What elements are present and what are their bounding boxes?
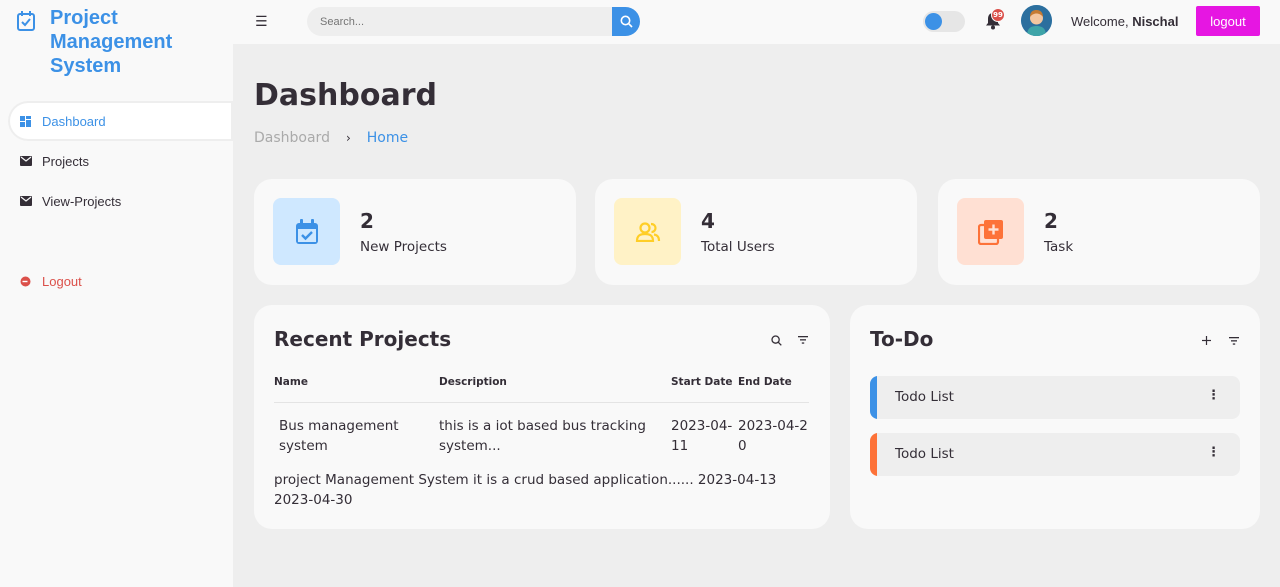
sidebar-item-logout[interactable]: Logout <box>0 261 233 301</box>
brand[interactable]: Project Management System <box>17 6 210 78</box>
column-header-description: Description <box>439 376 507 388</box>
sidebar-item-label: Projects <box>42 153 89 169</box>
search-button[interactable] <box>612 7 640 36</box>
filter-icon[interactable] <box>798 336 808 344</box>
search-icon <box>620 15 633 28</box>
logout-button[interactable]: logout <box>1196 6 1260 36</box>
add-to-queue-icon <box>977 219 1003 245</box>
stat-card-new-projects: 2 New Projects <box>254 179 576 285</box>
sidebar-item-projects[interactable]: Projects <box>0 141 233 181</box>
todo-status-bar <box>870 376 877 419</box>
stat-card-task: 2 Task <box>938 179 1260 285</box>
todo-title: To-Do <box>870 327 934 351</box>
logout-icon <box>19 275 32 288</box>
avatar[interactable] <box>1021 5 1052 36</box>
switch-knob <box>925 13 942 30</box>
stat-label: Task <box>1044 239 1074 255</box>
envelope-icon <box>19 155 32 168</box>
column-header-start-date: Start Date <box>671 376 733 388</box>
project-end-date: 2023-04-20 <box>738 418 808 454</box>
more-vertical-icon[interactable]: ⋮ <box>1207 445 1220 460</box>
stat-icon-box <box>273 198 340 265</box>
stat-value: 2 <box>1044 209 1058 233</box>
stat-label: New Projects <box>360 239 447 255</box>
project-start-date: 2023-04-11 <box>671 418 733 454</box>
breadcrumb: Dashboard › Home <box>254 130 408 146</box>
welcome-text: Welcome, Nischal <box>1071 14 1178 29</box>
topbar: ☰ 99 Welcome, Nischal logout <box>233 0 1280 44</box>
dashboard-icon <box>19 115 32 128</box>
main-content: Dashboard Dashboard › Home 2 New Project… <box>233 44 1280 587</box>
column-header-name: Name <box>274 376 308 388</box>
recent-projects-title: Recent Projects <box>274 327 452 351</box>
stat-label: Total Users <box>701 239 775 255</box>
sidebar-item-view-projects[interactable]: View-Projects <box>0 181 233 221</box>
sidebar-item-label: Logout <box>42 273 82 289</box>
brand-title: Project Management System <box>50 7 173 77</box>
filter-icon[interactable] <box>1229 337 1239 345</box>
search-input[interactable] <box>307 7 612 36</box>
recent-projects-panel: Recent Projects Name Description Start D… <box>254 305 830 529</box>
project-name: Bus management system <box>279 418 399 454</box>
stat-value: 2 <box>360 209 374 233</box>
todo-status-bar <box>870 433 877 476</box>
calendar-check-icon <box>17 11 35 31</box>
project-description: this is a iot based bus tracking system.… <box>439 418 646 454</box>
theme-switch[interactable] <box>923 11 965 32</box>
calendar-check-icon <box>295 218 318 244</box>
page-title: Dashboard <box>254 78 437 113</box>
breadcrumb-home[interactable]: Home <box>367 130 408 146</box>
notification-badge: 99 <box>991 8 1005 22</box>
menu-toggle-icon[interactable]: ☰ <box>255 14 268 30</box>
stat-card-total-users: 4 Total Users <box>595 179 917 285</box>
sidebar-item-label: Dashboard <box>42 113 106 129</box>
todo-item[interactable]: Todo List ⋮ <box>870 433 1240 476</box>
envelope-icon <box>19 195 32 208</box>
stat-icon-box <box>957 198 1024 265</box>
user-name: Nischal <box>1132 14 1179 29</box>
todo-label: Todo List <box>895 446 954 462</box>
sidebar-item-dashboard[interactable]: Dashboard <box>8 101 233 141</box>
breadcrumb-dashboard[interactable]: Dashboard <box>254 130 330 146</box>
user-avatar-icon <box>1021 5 1052 36</box>
more-vertical-icon[interactable]: ⋮ <box>1207 388 1220 403</box>
chevron-right-icon: › <box>345 131 351 145</box>
welcome-prefix: Welcome, <box>1071 14 1129 29</box>
sidebar: Project Management System Dashboard Proj… <box>0 0 233 587</box>
stat-value: 4 <box>701 209 715 233</box>
todo-panel: To-Do Todo List ⋮ Todo List ⋮ <box>850 305 1260 529</box>
column-header-end-date: End Date <box>738 376 792 388</box>
table-divider <box>274 402 809 403</box>
group-icon <box>635 221 660 242</box>
search-icon[interactable] <box>771 335 782 346</box>
todo-item[interactable]: Todo List ⋮ <box>870 376 1240 419</box>
sidebar-menu: Dashboard Projects View-Projects Logout <box>0 101 233 301</box>
todo-label: Todo List <box>895 389 954 405</box>
sidebar-item-label: View-Projects <box>42 193 122 209</box>
plus-icon[interactable] <box>1202 336 1211 345</box>
search-form <box>307 7 640 36</box>
table-row: project Management System it is a crud b… <box>274 472 777 508</box>
stat-icon-box <box>614 198 681 265</box>
